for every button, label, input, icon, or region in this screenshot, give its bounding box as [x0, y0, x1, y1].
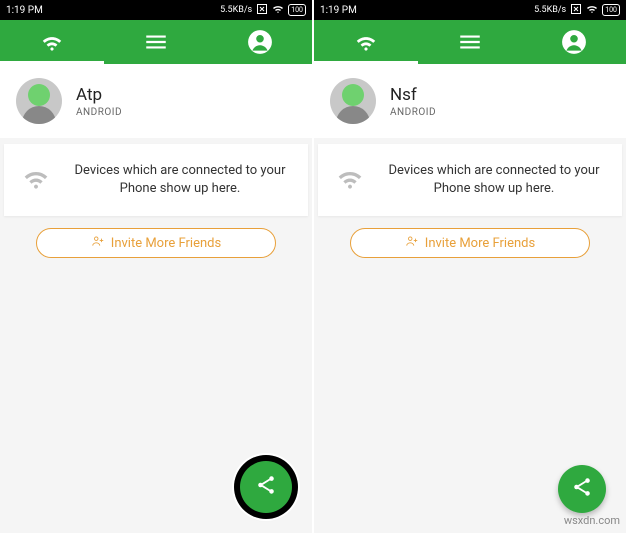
- tab-menu[interactable]: [418, 20, 522, 64]
- devices-card: Devices which are connected to your Phon…: [318, 144, 622, 216]
- phone-screen-left: 1:19 PM 5.5KB/s 100 Atp ANDROID Devices …: [0, 0, 312, 533]
- tab-profile[interactable]: [522, 20, 626, 64]
- status-right: 5.5KB/s 100: [534, 3, 620, 18]
- invite-icon: [91, 234, 105, 252]
- watermark: wsxdn.com: [564, 514, 620, 527]
- close-square-icon: [256, 3, 268, 18]
- devices-card: Devices which are connected to your Phon…: [4, 144, 308, 216]
- tab-wifi[interactable]: [0, 20, 104, 64]
- tab-menu[interactable]: [104, 20, 208, 64]
- status-right: 5.5KB/s 100: [220, 3, 306, 18]
- profile-name: Nsf: [390, 85, 436, 105]
- profile-name: Atp: [76, 85, 122, 105]
- invite-label: Invite More Friends: [425, 236, 535, 251]
- tab-wifi[interactable]: [314, 20, 418, 64]
- wifi-icon: [334, 162, 366, 198]
- network-speed: 5.5KB/s: [534, 5, 566, 15]
- share-icon: [571, 476, 593, 502]
- wifi-icon: [586, 3, 598, 18]
- status-time: 1:19 PM: [320, 5, 357, 16]
- share-icon: [255, 474, 277, 500]
- profile-platform: ANDROID: [390, 107, 436, 118]
- avatar: [330, 78, 376, 124]
- profile-card[interactable]: Atp ANDROID: [0, 64, 312, 138]
- network-speed: 5.5KB/s: [220, 5, 252, 15]
- avatar: [16, 78, 62, 124]
- close-square-icon: [570, 3, 582, 18]
- wifi-icon: [20, 162, 52, 198]
- invite-icon: [405, 234, 419, 252]
- battery-icon: 100: [288, 4, 306, 16]
- invite-label: Invite More Friends: [111, 236, 221, 251]
- devices-message: Devices which are connected to your Phon…: [382, 162, 606, 198]
- status-bar: 1:19 PM 5.5KB/s 100: [0, 0, 312, 20]
- status-bar: 1:19 PM 5.5KB/s 100: [314, 0, 626, 20]
- invite-friends-button[interactable]: Invite More Friends: [36, 228, 276, 258]
- invite-friends-button[interactable]: Invite More Friends: [350, 228, 590, 258]
- devices-message: Devices which are connected to your Phon…: [68, 162, 292, 198]
- profile-card[interactable]: Nsf ANDROID: [314, 64, 626, 138]
- app-bar: [0, 20, 312, 64]
- battery-icon: 100: [602, 4, 620, 16]
- phone-screen-right: 1:19 PM 5.5KB/s 100 Nsf ANDROID Devices …: [314, 0, 626, 533]
- wifi-icon: [272, 3, 284, 18]
- app-bar: [314, 20, 626, 64]
- share-fab[interactable]: [240, 461, 292, 513]
- share-fab[interactable]: [558, 465, 606, 513]
- profile-platform: ANDROID: [76, 107, 122, 118]
- tab-profile[interactable]: [208, 20, 312, 64]
- status-time: 1:19 PM: [6, 5, 43, 16]
